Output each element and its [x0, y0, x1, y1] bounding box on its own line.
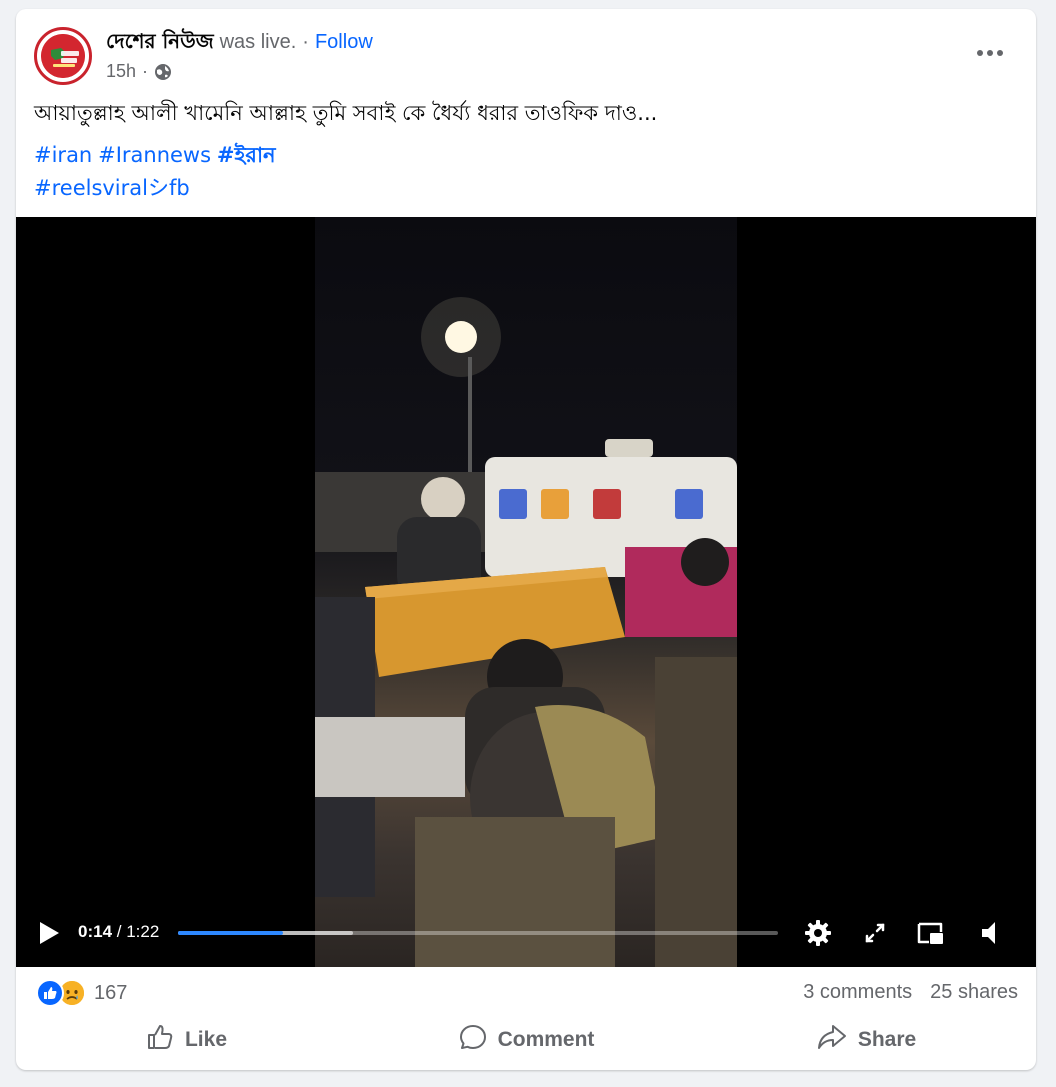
- like-button[interactable]: Like: [16, 1017, 356, 1063]
- post-timestamp[interactable]: 15h: [106, 61, 136, 82]
- more-options-icon[interactable]: [972, 39, 1008, 67]
- video-time: 0:14 / 1:22: [78, 922, 159, 942]
- progress-bar[interactable]: [178, 931, 778, 935]
- post-meta: 15h ·: [106, 61, 172, 82]
- settings-icon[interactable]: [802, 917, 834, 949]
- play-icon[interactable]: [36, 919, 62, 947]
- duration: 1:22: [126, 922, 160, 941]
- comment-label: Comment: [497, 1028, 595, 1051]
- hashtag-link[interactable]: #iran: [34, 143, 92, 167]
- hashtag-link[interactable]: #reelsviralシfb: [34, 176, 190, 200]
- like-reaction-icon: [36, 979, 64, 1007]
- post-caption: আয়াতুল্লাহ আলী খামেনি আল্লাহ তুমি সবাই …: [34, 101, 658, 125]
- live-status: was live.: [219, 31, 297, 53]
- comments-count[interactable]: 3 comments: [803, 981, 912, 1004]
- header-separator: ·: [302, 31, 309, 53]
- reaction-count: 167: [94, 981, 128, 1004]
- comment-button[interactable]: Comment: [356, 1017, 696, 1063]
- video-controls: 0:14 / 1:22: [16, 907, 1036, 959]
- fullscreen-icon[interactable]: [859, 917, 891, 949]
- meta-separator: ·: [142, 61, 149, 81]
- page-name[interactable]: দেশের নিউজ: [106, 27, 214, 60]
- share-button[interactable]: Share: [696, 1017, 1036, 1063]
- thumbs-up-icon: [145, 1022, 175, 1058]
- progress-fill: [178, 931, 283, 935]
- like-label: Like: [184, 1028, 228, 1051]
- hashtag-link[interactable]: #ইরান: [217, 143, 276, 167]
- follow-button[interactable]: Follow: [315, 31, 373, 54]
- current-time: 0:14: [78, 922, 113, 941]
- picture-in-picture-icon[interactable]: [914, 917, 946, 949]
- shares-count[interactable]: 25 shares: [930, 981, 1018, 1004]
- hashtags: #iran #Irannews #ইরান #reelsviralシfb: [34, 139, 276, 205]
- video-player[interactable]: 0:14 / 1:22: [16, 217, 1036, 967]
- comment-icon: [458, 1022, 488, 1058]
- post-card: দেশের নিউজ was live. · Follow 15h · আয়া…: [16, 9, 1036, 1070]
- post-header: দেশের নিউজ was live. · Follow: [106, 27, 373, 60]
- hashtag-link[interactable]: #Irannews: [98, 143, 211, 167]
- reactions-summary[interactable]: 167: [36, 979, 127, 1007]
- share-icon: [816, 1022, 848, 1058]
- page-avatar[interactable]: [34, 27, 92, 85]
- volume-icon[interactable]: [974, 917, 1006, 949]
- post-actions: Like Comment Share: [16, 1017, 1036, 1063]
- globe-icon[interactable]: [154, 63, 172, 81]
- video-frame[interactable]: [315, 217, 737, 967]
- avatar-logo: [41, 34, 85, 78]
- share-label: Share: [857, 1028, 917, 1051]
- time-separator: /: [112, 922, 127, 941]
- engagement-counts: 3 comments 25 shares: [803, 981, 1018, 1004]
